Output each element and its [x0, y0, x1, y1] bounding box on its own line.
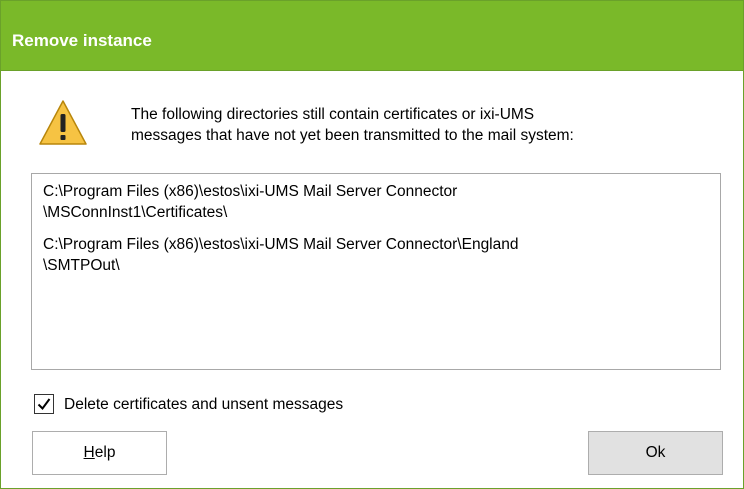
- directory-path-line: C:\Program Files (x86)\estos\ixi-UMS Mai…: [43, 183, 458, 200]
- help-button[interactable]: Help: [32, 431, 167, 475]
- checkmark-icon: [37, 398, 51, 411]
- list-item[interactable]: C:\Program Files (x86)\estos\ixi-UMS Mai…: [43, 234, 519, 276]
- warning-message: The following directories still contain …: [131, 104, 721, 146]
- directory-path-line: C:\Program Files (x86)\estos\ixi-UMS Mai…: [43, 236, 519, 253]
- remove-instance-dialog: Remove instance The following directorie…: [0, 0, 744, 489]
- directory-list[interactable]: C:\Program Files (x86)\estos\ixi-UMS Mai…: [31, 173, 721, 370]
- directory-path-line: \SMTPOut\: [43, 257, 120, 274]
- warning-icon: [38, 98, 88, 148]
- title-bar: Remove instance: [1, 1, 743, 71]
- message-line: messages that have not yet been transmit…: [131, 127, 574, 144]
- delete-checkbox[interactable]: [34, 394, 54, 414]
- list-item[interactable]: C:\Program Files (x86)\estos\ixi-UMS Mai…: [43, 181, 457, 223]
- help-label: elp: [94, 444, 116, 461]
- delete-checkbox-label[interactable]: Delete certificates and unsent messages: [64, 396, 343, 414]
- dialog-title: Remove instance: [12, 31, 152, 50]
- directory-path-line: \MSConnInst1\Certificates\: [43, 204, 228, 221]
- message-line: The following directories still contain …: [131, 106, 535, 123]
- ok-button[interactable]: Ok: [588, 431, 723, 475]
- help-mnemonic: H: [83, 444, 95, 461]
